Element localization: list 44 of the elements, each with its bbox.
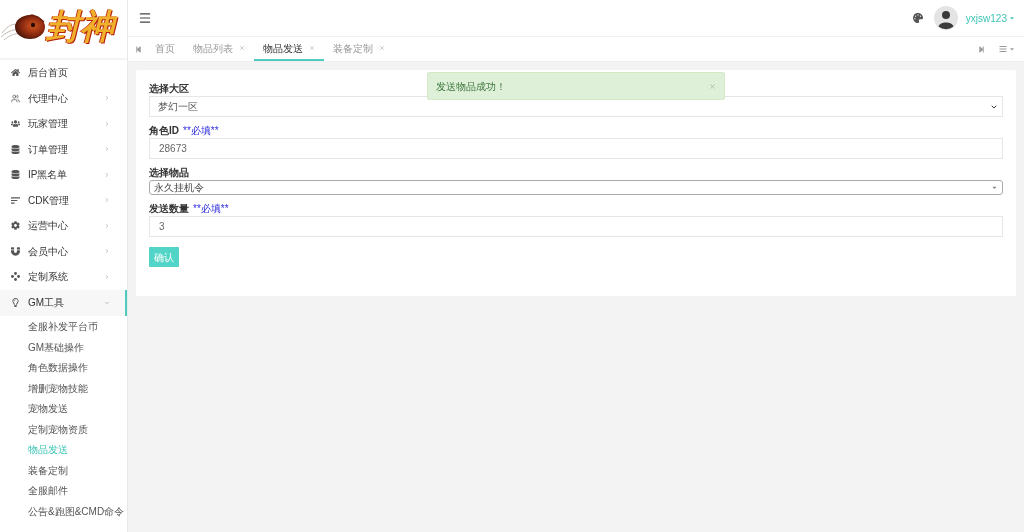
avatar-icon[interactable] (933, 6, 958, 30)
home-icon (11, 68, 20, 78)
magnet-icon (11, 246, 20, 256)
close-icon[interactable] (709, 82, 716, 90)
palette-icon[interactable] (912, 13, 923, 23)
caret-icon (991, 184, 998, 191)
people-icon (11, 93, 20, 103)
database-icon (11, 170, 20, 180)
scroll-left-icon[interactable] (135, 45, 142, 53)
field-label: 选择大区 (149, 81, 189, 95)
submenu-item[interactable]: 全服补发平台币 (0, 316, 127, 337)
sidebar-item[interactable]: GM工具 (0, 289, 127, 316)
combo-field[interactable]: 永久挂机令 (149, 180, 1003, 195)
menu-icon[interactable] (138, 11, 152, 25)
field-label: 发送数量 (149, 201, 189, 215)
lines-icon (11, 196, 20, 204)
four-dots-icon (11, 272, 20, 282)
field-label: 选择物品 (149, 165, 189, 179)
submenu-item[interactable]: 角色数据操作 (0, 357, 127, 378)
lightbulb-icon (11, 298, 20, 307)
submenu-item[interactable]: 宠物发送 (0, 398, 127, 419)
required-note: **必填** (183, 123, 219, 137)
tab-menu-button[interactable] (999, 45, 1015, 53)
submenu-item[interactable]: GM基础操作 (0, 337, 127, 358)
caret-icon (1009, 15, 1015, 21)
scroll-right-icon[interactable] (978, 45, 985, 53)
toast-message: 发送物品成功！ (436, 79, 507, 94)
select-field[interactable]: 梦幻一区 (149, 96, 1003, 117)
submenu-item[interactable]: 定制宠物资质 (0, 419, 127, 440)
input-field[interactable]: 28673 (149, 138, 1003, 159)
tab[interactable]: 物品发送 (254, 37, 324, 61)
users-icon (11, 119, 20, 129)
required-note: **必填** (193, 201, 229, 215)
creature-drawing (0, 11, 46, 41)
caret-icon (1009, 46, 1015, 52)
menu-icon (999, 45, 1007, 53)
gear-icon (11, 221, 20, 231)
submenu-item[interactable]: 增删宠物技能 (0, 378, 127, 399)
input-field[interactable]: 3 (149, 216, 1003, 237)
field-label: 角色ID (149, 123, 179, 137)
submenu-item[interactable]: 装备定制 (0, 460, 127, 481)
submenu-item[interactable]: 全服邮件 (0, 480, 127, 501)
submenu-item[interactable]: 公告&跑图&CMD命令 (0, 501, 127, 522)
database-icon (11, 144, 20, 154)
